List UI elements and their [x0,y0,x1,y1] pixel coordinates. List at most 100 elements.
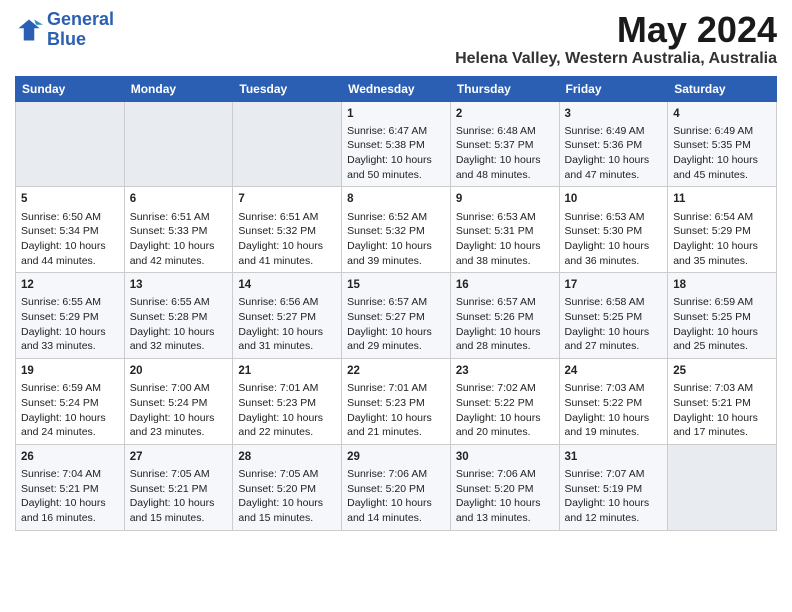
sunrise-text: Sunrise: 6:51 AM [238,210,336,225]
sunset-text: Sunset: 5:32 PM [238,224,336,239]
sunrise-text: Sunrise: 7:05 AM [130,467,228,482]
daylight-text: Daylight: 10 hours and 23 minutes. [130,411,228,440]
sunset-text: Sunset: 5:26 PM [456,310,554,325]
daylight-text: Daylight: 10 hours and 38 minutes. [456,239,554,268]
sunset-text: Sunset: 5:30 PM [565,224,663,239]
table-row: 21Sunrise: 7:01 AMSunset: 5:23 PMDayligh… [233,359,342,445]
day-number: 2 [456,106,554,122]
sunrise-text: Sunrise: 6:59 AM [21,381,119,396]
sunrise-text: Sunrise: 6:50 AM [21,210,119,225]
daylight-text: Daylight: 10 hours and 36 minutes. [565,239,663,268]
sunset-text: Sunset: 5:34 PM [21,224,119,239]
sunrise-text: Sunrise: 7:04 AM [21,467,119,482]
sunset-text: Sunset: 5:31 PM [456,224,554,239]
sunset-text: Sunset: 5:21 PM [673,396,771,411]
table-row: 10Sunrise: 6:53 AMSunset: 5:30 PMDayligh… [559,187,668,273]
logo-line2: Blue [47,29,86,49]
day-number: 1 [347,106,445,122]
daylight-text: Daylight: 10 hours and 15 minutes. [238,496,336,525]
header-thursday: Thursday [450,76,559,101]
day-number: 28 [238,449,336,465]
day-number: 24 [565,363,663,379]
calendar-row: 19Sunrise: 6:59 AMSunset: 5:24 PMDayligh… [16,359,777,445]
calendar-row: 1Sunrise: 6:47 AMSunset: 5:38 PMDaylight… [16,101,777,187]
daylight-text: Daylight: 10 hours and 20 minutes. [456,411,554,440]
table-row: 1Sunrise: 6:47 AMSunset: 5:38 PMDaylight… [342,101,451,187]
table-row: 5 Sunrise: 6:50 AMSunset: 5:34 PMDaylight… [16,187,125,273]
day-number: 23 [456,363,554,379]
sunrise-text: Sunrise: 6:59 AM [673,295,771,310]
header-wednesday: Wednesday [342,76,451,101]
table-row: 6Sunrise: 6:51 AMSunset: 5:33 PMDaylight… [124,187,233,273]
sunset-text: Sunset: 5:25 PM [565,310,663,325]
table-row: 22Sunrise: 7:01 AMSunset: 5:23 PMDayligh… [342,359,451,445]
daylight-text: Daylight: 10 hours and 44 minutes. [21,239,119,268]
sunrise-text: Sunrise: 6:58 AM [565,295,663,310]
sunset-text: Sunset: 5:33 PM [130,224,228,239]
sunset-text: Sunset: 5:20 PM [347,482,445,497]
table-row: 30Sunrise: 7:06 AMSunset: 5:20 PMDayligh… [450,444,559,530]
table-row: 3Sunrise: 6:49 AMSunset: 5:36 PMDaylight… [559,101,668,187]
table-row: 14Sunrise: 6:56 AMSunset: 5:27 PMDayligh… [233,273,342,359]
day-number: 10 [565,191,663,207]
day-number: 9 [456,191,554,207]
sunrise-text: Sunrise: 6:47 AM [347,124,445,139]
day-number: 5 [21,191,119,207]
sunset-text: Sunset: 5:37 PM [456,138,554,153]
sunrise-text: Sunrise: 7:06 AM [456,467,554,482]
sunset-text: Sunset: 5:21 PM [130,482,228,497]
sunrise-text: Sunrise: 7:07 AM [565,467,663,482]
sunrise-text: Sunrise: 7:05 AM [238,467,336,482]
daylight-text: Daylight: 10 hours and 15 minutes. [130,496,228,525]
logo-text: General Blue [47,10,114,50]
day-number: 20 [130,363,228,379]
sunset-text: Sunset: 5:27 PM [238,310,336,325]
sunrise-text: Sunrise: 6:52 AM [347,210,445,225]
sunrise-text: Sunrise: 6:48 AM [456,124,554,139]
sunset-text: Sunset: 5:24 PM [21,396,119,411]
table-row: 15Sunrise: 6:57 AMSunset: 5:27 PMDayligh… [342,273,451,359]
sunrise-text: Sunrise: 6:51 AM [130,210,228,225]
table-row: 7 Sunrise: 6:51 AMSunset: 5:32 PMDaylight… [233,187,342,273]
table-row: 13Sunrise: 6:55 AMSunset: 5:28 PMDayligh… [124,273,233,359]
sunset-text: Sunset: 5:25 PM [673,310,771,325]
logo-line1: General [47,9,114,29]
daylight-text: Daylight: 10 hours and 48 minutes. [456,153,554,182]
table-row: 25Sunrise: 7:03 AMSunset: 5:21 PMDayligh… [668,359,777,445]
header-monday: Monday [124,76,233,101]
header-friday: Friday [559,76,668,101]
daylight-text: Daylight: 10 hours and 50 minutes. [347,153,445,182]
daylight-text: Daylight: 10 hours and 27 minutes. [565,325,663,354]
table-row: 20Sunrise: 7:00 AMSunset: 5:24 PMDayligh… [124,359,233,445]
table-row [668,444,777,530]
daylight-text: Daylight: 10 hours and 12 minutes. [565,496,663,525]
daylight-text: Daylight: 10 hours and 21 minutes. [347,411,445,440]
day-number: 12 [21,277,119,293]
day-number: 18 [673,277,771,293]
sunset-text: Sunset: 5:29 PM [673,224,771,239]
daylight-text: Daylight: 10 hours and 47 minutes. [565,153,663,182]
title-area: May 2024 Helena Valley, Western Australi… [455,10,777,68]
sunset-text: Sunset: 5:20 PM [456,482,554,497]
day-number: 7 [238,191,336,207]
day-number: 27 [130,449,228,465]
sunrise-text: Sunrise: 6:55 AM [130,295,228,310]
sunrise-text: Sunrise: 6:49 AM [673,124,771,139]
header-row: Sunday Monday Tuesday Wednesday Thursday… [16,76,777,101]
daylight-text: Daylight: 10 hours and 41 minutes. [238,239,336,268]
sunset-text: Sunset: 5:22 PM [565,396,663,411]
daylight-text: Daylight: 10 hours and 32 minutes. [130,325,228,354]
day-number: 25 [673,363,771,379]
day-number: 14 [238,277,336,293]
sunrise-text: Sunrise: 6:55 AM [21,295,119,310]
daylight-text: Daylight: 10 hours and 25 minutes. [673,325,771,354]
header: General Blue May 2024 Helena Valley, Wes… [15,10,777,68]
daylight-text: Daylight: 10 hours and 24 minutes. [21,411,119,440]
table-row: 27 Sunrise: 7:05 AMSunset: 5:21 PMDayligh… [124,444,233,530]
daylight-text: Daylight: 10 hours and 22 minutes. [238,411,336,440]
table-row: 23Sunrise: 7:02 AMSunset: 5:22 PMDayligh… [450,359,559,445]
sunset-text: Sunset: 5:28 PM [130,310,228,325]
header-sunday: Sunday [16,76,125,101]
table-row [233,101,342,187]
sunrise-text: Sunrise: 7:06 AM [347,467,445,482]
